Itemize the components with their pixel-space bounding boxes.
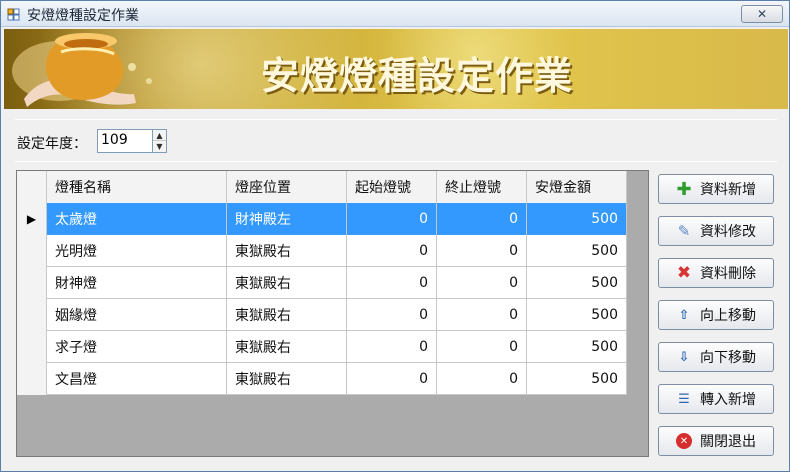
import-add-label: 轉入新增 xyxy=(700,392,756,408)
lamp-name-cell[interactable]: 文昌燈 xyxy=(47,363,227,395)
plus-icon: ✚ xyxy=(676,178,692,200)
lamp-name-cell[interactable]: 太歲燈 xyxy=(47,203,227,235)
add-record-label: 資料新增 xyxy=(700,182,756,198)
table-row[interactable]: 文昌燈 東獄殿右 0 0 500 xyxy=(17,363,627,395)
amount-cell[interactable]: 500 xyxy=(527,331,627,363)
year-label: 設定年度： xyxy=(17,136,87,152)
start-number-cell[interactable]: 0 xyxy=(347,331,437,363)
banner-lamp-art xyxy=(12,33,152,107)
delete-record-button[interactable]: ✖ 資料刪除 xyxy=(658,258,774,288)
table-row[interactable]: 求子燈 東獄殿右 0 0 500 xyxy=(17,331,627,363)
lamp-name-cell[interactable]: 光明燈 xyxy=(47,235,227,267)
top-separator xyxy=(15,119,777,120)
column-header-location[interactable]: 燈座位置 xyxy=(227,171,347,203)
row-header[interactable] xyxy=(17,299,47,331)
year-spinner[interactable]: ▲ ▼ xyxy=(152,129,167,153)
end-number-cell[interactable]: 0 xyxy=(437,203,527,235)
row-header[interactable] xyxy=(17,267,47,299)
lamp-name-cell[interactable]: 求子燈 xyxy=(47,331,227,363)
end-number-cell[interactable]: 0 xyxy=(437,363,527,395)
amount-cell[interactable]: 500 xyxy=(527,363,627,395)
title-bar: 安燈燈種設定作業 ✕ xyxy=(1,1,789,27)
lamp-location-cell[interactable]: 東獄殿右 xyxy=(227,363,347,395)
end-number-cell[interactable]: 0 xyxy=(437,331,527,363)
import-add-button[interactable]: ☰ 轉入新增 xyxy=(658,384,774,414)
move-down-label: 向下移動 xyxy=(700,350,756,366)
amount-cell[interactable]: 500 xyxy=(527,267,627,299)
row-header[interactable] xyxy=(17,235,47,267)
add-record-button[interactable]: ✚ 資料新增 xyxy=(658,174,774,204)
start-number-cell[interactable]: 0 xyxy=(347,267,437,299)
move-down-icon: ⇩ xyxy=(678,349,690,365)
banner-title: 安燈燈種設定作業 xyxy=(261,54,574,98)
window-title: 安燈燈種設定作業 xyxy=(27,8,139,24)
lamp-location-cell[interactable]: 東獄殿右 xyxy=(227,267,347,299)
table-row[interactable]: 姻緣燈 東獄殿右 0 0 500 xyxy=(17,299,627,331)
close-circle-icon: ✕ xyxy=(676,433,692,449)
delete-icon: ✖ xyxy=(676,263,692,283)
column-header-start[interactable]: 起始燈號 xyxy=(347,171,437,203)
row-header-corner xyxy=(17,171,47,203)
edit-record-label: 資料修改 xyxy=(700,224,756,240)
close-exit-button[interactable]: ✕ 關閉退出 xyxy=(658,426,774,456)
list-icon: ☰ xyxy=(678,391,690,407)
table-row[interactable]: 財神燈 東獄殿右 0 0 500 xyxy=(17,267,627,299)
spinner-down-icon[interactable]: ▼ xyxy=(153,141,166,152)
lamp-location-cell[interactable]: 東獄殿右 xyxy=(227,331,347,363)
row-header[interactable] xyxy=(17,331,47,363)
lamp-name-cell[interactable]: 財神燈 xyxy=(47,267,227,299)
middle-separator xyxy=(15,161,777,162)
move-up-icon: ⇧ xyxy=(678,307,690,323)
edit-record-button[interactable]: ✎ 資料修改 xyxy=(658,216,774,246)
lamp-location-cell[interactable]: 東獄殿右 xyxy=(227,299,347,331)
column-header-amount[interactable]: 安燈金額 xyxy=(527,171,627,203)
app-window: 安燈燈種設定作業 ✕ 安燈燈種設定作業 設定年度： 109 ▲ ▼ 燈種名稱 燈… xyxy=(0,0,790,472)
start-number-cell[interactable]: 0 xyxy=(347,299,437,331)
table-header: 燈種名稱 燈座位置 起始燈號 終止燈號 安燈金額 xyxy=(17,171,627,203)
lamp-location-cell[interactable]: 財神殿左 xyxy=(227,203,347,235)
move-up-label: 向上移動 xyxy=(700,308,756,324)
start-number-cell[interactable]: 0 xyxy=(347,235,437,267)
close-window-button[interactable]: ✕ xyxy=(741,5,783,23)
delete-record-label: 資料刪除 xyxy=(700,266,756,282)
column-header-end[interactable]: 終止燈號 xyxy=(437,171,527,203)
eraser-icon: ✎ xyxy=(677,222,691,240)
move-up-button[interactable]: ⇧ 向上移動 xyxy=(658,300,774,330)
table-row[interactable]: 光明燈 東獄殿右 0 0 500 xyxy=(17,235,627,267)
header-banner: 安燈燈種設定作業 xyxy=(4,29,788,109)
move-down-button[interactable]: ⇩ 向下移動 xyxy=(658,342,774,372)
app-icon xyxy=(7,8,20,21)
column-header-name[interactable]: 燈種名稱 xyxy=(47,171,227,203)
lamp-name-cell[interactable]: 姻緣燈 xyxy=(47,299,227,331)
amount-cell[interactable]: 500 xyxy=(527,235,627,267)
close-exit-label: 關閉退出 xyxy=(700,434,756,450)
start-number-cell[interactable]: 0 xyxy=(347,203,437,235)
selected-row-arrow-icon: ▶ xyxy=(17,203,47,235)
table-row[interactable]: ▶ 太歲燈 財神殿左 0 0 500 xyxy=(17,203,627,235)
amount-cell[interactable]: 500 xyxy=(527,203,627,235)
start-number-cell[interactable]: 0 xyxy=(347,363,437,395)
year-input[interactable]: 109 xyxy=(97,129,153,153)
lamp-location-cell[interactable]: 東獄殿右 xyxy=(227,235,347,267)
end-number-cell[interactable]: 0 xyxy=(437,235,527,267)
end-number-cell[interactable]: 0 xyxy=(437,299,527,331)
amount-cell[interactable]: 500 xyxy=(527,299,627,331)
end-number-cell[interactable]: 0 xyxy=(437,267,527,299)
row-header[interactable] xyxy=(17,363,47,395)
spinner-up-icon[interactable]: ▲ xyxy=(153,130,166,141)
lamp-settings-table[interactable]: 燈種名稱 燈座位置 起始燈號 終止燈號 安燈金額 ▶ 太歲燈 財神殿左 0 0 … xyxy=(16,170,649,457)
